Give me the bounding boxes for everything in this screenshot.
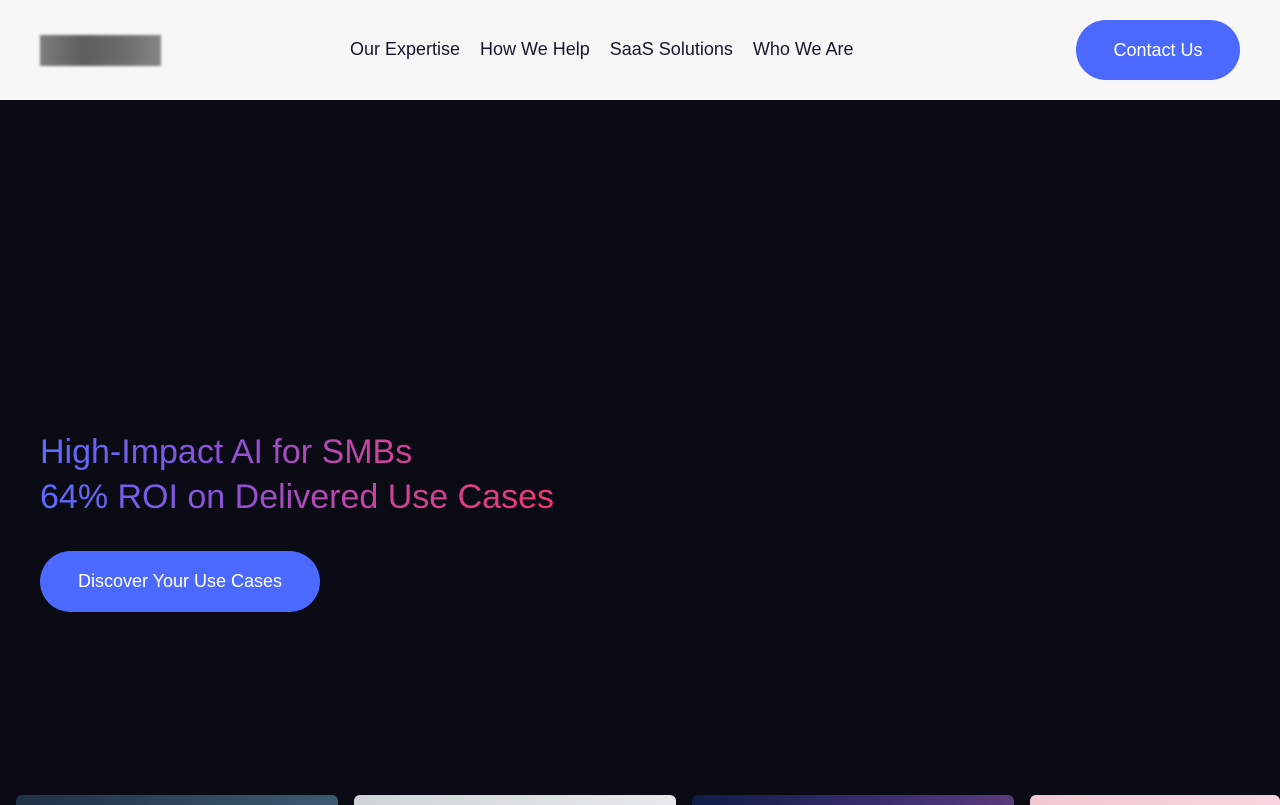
hero-title-line-2: 64% ROI on Delivered Use Cases bbox=[40, 478, 555, 516]
nav-item-how-we-help[interactable]: How We Help bbox=[480, 37, 590, 61]
contact-us-button[interactable]: Contact Us bbox=[1076, 20, 1240, 80]
use-case-card[interactable] bbox=[354, 795, 676, 805]
main-nav: Our Expertise How We Help SaaS Solutions… bbox=[350, 37, 854, 61]
hero-title-line-1: High-Impact AI for SMBs bbox=[40, 433, 413, 471]
use-case-card[interactable] bbox=[1030, 795, 1280, 805]
use-case-card[interactable] bbox=[692, 795, 1014, 805]
hero-section: High-Impact AI for SMBs 64% ROI on Deliv… bbox=[0, 100, 1280, 805]
site-header: Our Expertise How We Help SaaS Solutions… bbox=[0, 0, 1280, 100]
nav-item-who-we-are[interactable]: Who We Are bbox=[753, 37, 854, 61]
hero-title: High-Impact AI for SMBs 64% ROI on Deliv… bbox=[40, 430, 554, 520]
nav-item-our-expertise[interactable]: Our Expertise bbox=[350, 37, 460, 61]
nav-item-saas-solutions[interactable]: SaaS Solutions bbox=[610, 37, 733, 61]
brand-logo[interactable] bbox=[40, 35, 161, 66]
discover-use-cases-button[interactable]: Discover Your Use Cases bbox=[40, 551, 320, 612]
use-case-card[interactable] bbox=[16, 795, 338, 805]
